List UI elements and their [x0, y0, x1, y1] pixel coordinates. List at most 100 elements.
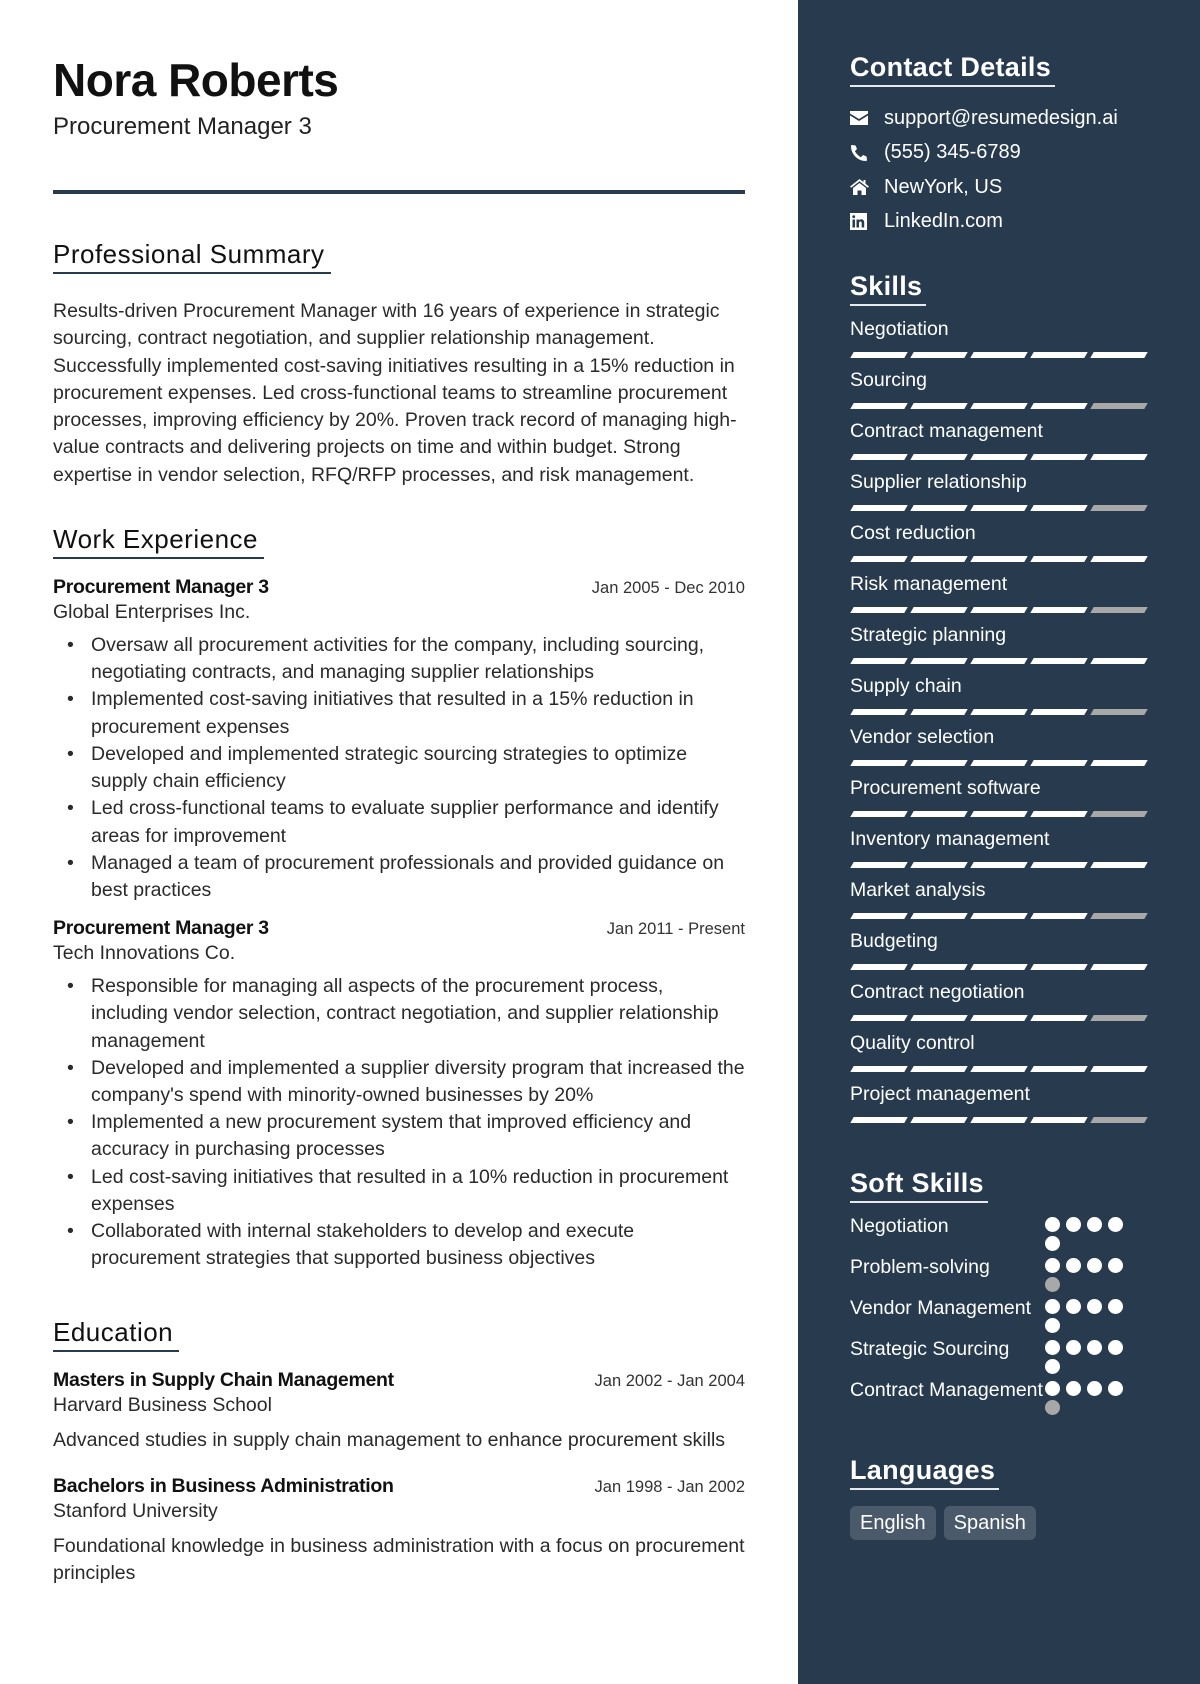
skill-segment-filled — [850, 1117, 908, 1123]
skill-level-bar — [850, 607, 1160, 614]
work-list: Procurement Manager 3 Jan 2005 - Dec 2010… — [53, 575, 745, 1272]
skill-segment-filled — [1090, 760, 1148, 766]
contact-heading: Contact Details — [850, 50, 1056, 87]
skill-level-bar — [850, 1015, 1160, 1022]
skill-segment-filled — [850, 607, 908, 613]
skill-level-bar — [850, 403, 1160, 410]
language-chip: English — [850, 1506, 936, 1540]
skill-item: Negotiation — [850, 316, 1160, 359]
skill-segment-filled — [910, 913, 968, 919]
skill-segment-filled — [1030, 1015, 1088, 1021]
skill-level-bar — [850, 760, 1160, 767]
skill-item: Project management — [850, 1081, 1160, 1124]
entry-header: Procurement Manager 3 Jan 2011 - Present — [53, 916, 745, 940]
contact-item[interactable]: NewYork, US — [850, 170, 1160, 205]
skill-segment-filled — [910, 352, 968, 358]
skill-segment-filled — [1090, 556, 1148, 562]
soft-skill-label: Problem-solving — [850, 1256, 990, 1278]
skill-segment-filled — [970, 556, 1028, 562]
skill-segment-filled — [850, 658, 908, 664]
soft-skill-rating — [1045, 1336, 1129, 1374]
bullet-icon: • — [67, 797, 74, 820]
skill-segment-filled — [850, 505, 908, 511]
skill-segment-filled — [1030, 913, 1088, 919]
skill-item: Sourcing — [850, 367, 1160, 410]
contact-text[interactable]: LinkedIn.com — [884, 210, 1003, 233]
rating-dot-filled — [1045, 1359, 1060, 1374]
bullet-icon: • — [67, 1165, 74, 1188]
bullet-text: Collaborated with internal stakeholders … — [91, 1219, 635, 1270]
skill-label: Supplier relationship — [850, 471, 1027, 493]
bullet-item: • Oversaw all procurement activities for … — [53, 632, 745, 686]
skill-segment-empty — [1090, 709, 1148, 715]
company-name: Tech Innovations Co. — [53, 942, 236, 965]
rating-dot-filled — [1066, 1381, 1081, 1396]
skill-segment-filled — [1030, 1066, 1088, 1072]
contact-item[interactable]: support@resumedesign.ai — [850, 101, 1160, 136]
bullet-text: Led cost-saving initiatives that resulte… — [91, 1165, 729, 1215]
skill-segment-filled — [1030, 1117, 1088, 1123]
skill-segment-filled — [1090, 862, 1148, 868]
education-description: Foundational knowledge in business admin… — [53, 1535, 745, 1585]
skill-label: Sourcing — [850, 369, 927, 391]
skill-item: Procurement software — [850, 775, 1160, 818]
skill-item: Risk management — [850, 571, 1160, 614]
skill-item: Inventory management — [850, 826, 1160, 869]
company-name: Global Enterprises Inc. — [53, 601, 251, 624]
skill-label: Quality control — [850, 1032, 975, 1054]
entry-header: Procurement Manager 3 Jan 2005 - Dec 2010 — [53, 575, 745, 599]
rating-dot-filled — [1087, 1299, 1102, 1314]
skill-label: Budgeting — [850, 930, 938, 952]
work-heading: Work Experience — [53, 523, 264, 560]
contact-item[interactable]: (555) 345-6789 — [850, 136, 1160, 171]
contact-text[interactable]: NewYork, US — [884, 176, 1002, 199]
job-title: Procurement Manager 3 — [53, 576, 269, 599]
contact-text[interactable]: (555) 345-6789 — [884, 141, 1021, 164]
skill-segment-filled — [910, 658, 968, 664]
bullet-item: • Developed and implemented strategic sou… — [53, 741, 745, 795]
rating-dot-filled — [1045, 1340, 1060, 1355]
skill-segment-filled — [850, 760, 908, 766]
soft-skill-label: Negotiation — [850, 1215, 949, 1237]
bullet-text: Implemented a new procurement system tha… — [91, 1111, 692, 1161]
skill-segment-filled — [850, 913, 908, 919]
degree-name: Masters in Supply Chain Management — [53, 1369, 394, 1392]
skill-level-bar — [850, 556, 1160, 563]
skill-label: Contract management — [850, 420, 1043, 442]
skill-label: Negotiation — [850, 318, 949, 340]
skill-item: Vendor selection — [850, 724, 1160, 767]
main-column: Nora Roberts Procurement Manager 3 Profe… — [0, 0, 798, 1684]
language-chip: Spanish — [943, 1506, 1036, 1540]
school-name: Stanford University — [53, 1500, 218, 1523]
skill-segment-filled — [1030, 811, 1088, 817]
linkedin-icon — [850, 212, 872, 232]
bullet-item: • Collaborated with internal stakeholders… — [53, 1218, 745, 1272]
envelope-icon — [850, 108, 872, 128]
soft-skill-label: Strategic Sourcing — [850, 1338, 1010, 1360]
skill-segment-filled — [910, 1066, 968, 1072]
education-entry: Masters in Supply Chain Management Jan 20… — [53, 1368, 745, 1454]
soft-skill-item: Negotiation — [850, 1213, 1150, 1251]
skill-segment-filled — [910, 607, 968, 613]
skill-segment-filled — [970, 913, 1028, 919]
skill-segment-empty — [1090, 811, 1148, 817]
skill-segment-filled — [910, 811, 968, 817]
bullet-item: • Implemented a new procurement system th… — [53, 1109, 745, 1163]
rating-dot-filled — [1045, 1318, 1060, 1333]
contact-text[interactable]: support@resumedesign.ai — [884, 107, 1118, 130]
skill-item: Cost reduction — [850, 520, 1160, 563]
education-heading: Education — [53, 1316, 180, 1353]
work-entry: Procurement Manager 3 Jan 2011 - Present T… — [53, 916, 745, 1272]
school-name: Harvard Business School — [53, 1394, 272, 1417]
soft-skill-rating — [1045, 1213, 1129, 1251]
skill-segment-filled — [850, 862, 908, 868]
skill-level-bar — [850, 352, 1160, 359]
bullet-text: Led cross-functional teams to evaluate s… — [91, 797, 719, 847]
skill-item: Contract management — [850, 418, 1160, 461]
skills-list: Negotiation Sourcing Contract management Su… — [850, 316, 1160, 1124]
rating-dot-filled — [1108, 1299, 1123, 1314]
skill-segment-filled — [850, 964, 908, 970]
soft-skills-heading: Soft Skills — [850, 1166, 988, 1203]
sidebar: Contact Details support@resumedesign.ai (… — [798, 0, 1200, 1684]
contact-item[interactable]: LinkedIn.com — [850, 205, 1160, 240]
